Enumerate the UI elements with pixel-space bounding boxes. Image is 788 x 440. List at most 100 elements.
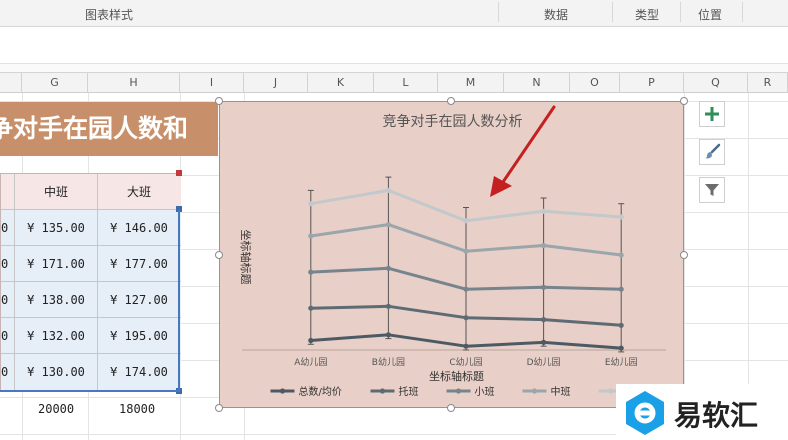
- column-header-r[interactable]: R: [748, 73, 788, 92]
- y-axis-title: 坐标轴标题: [239, 230, 253, 285]
- data-point: [541, 317, 547, 323]
- toolbar-gap: [0, 64, 788, 73]
- legend-label: 小班: [475, 386, 495, 398]
- data-point: [385, 222, 391, 228]
- watermark-logo: 易软汇: [616, 384, 788, 440]
- table-cell[interactable]: ¥ 146.00: [98, 210, 180, 246]
- column-header-h[interactable]: H: [88, 73, 180, 92]
- table-cell[interactable]: ¥ 127.00: [98, 282, 180, 318]
- selection-corner-handle[interactable]: [176, 170, 182, 176]
- table-cell[interactable]: 0: [1, 318, 15, 354]
- ribbon-group-data[interactable]: 数据: [544, 6, 568, 23]
- formula-bar[interactable]: [0, 27, 788, 64]
- chart-filter-button[interactable]: [699, 177, 725, 203]
- legend-marker: [607, 388, 614, 394]
- data-point: [308, 305, 314, 311]
- chart-resize-handle[interactable]: [680, 251, 688, 259]
- column-header-bar: G H I J K L M N O P Q R: [0, 73, 788, 93]
- sheet-banner-title[interactable]: 争对手在园人数和: [0, 102, 218, 156]
- data-point: [541, 339, 547, 345]
- table-cell[interactable]: ¥ 132.00: [15, 318, 98, 354]
- x-tick-label: E幼儿园: [605, 356, 638, 368]
- table-row: 0 ¥ 135.00 ¥ 146.00: [1, 210, 181, 246]
- table-cell[interactable]: 0: [1, 246, 15, 282]
- total-cell-large[interactable]: 18000: [119, 402, 155, 416]
- column-header-l[interactable]: L: [374, 73, 438, 92]
- column-header-corner[interactable]: [0, 73, 22, 92]
- table-cell[interactable]: ¥ 138.00: [15, 282, 98, 318]
- chart-canvas: 竞争对手在园人数分析坐标轴标题A幼儿园 B幼儿园 C幼儿园 D幼儿园 E幼儿园坐标轴标题…: [239, 105, 666, 398]
- ribbon-group-chart-style[interactable]: 图表样式: [85, 6, 133, 23]
- data-point: [541, 284, 547, 290]
- total-cell-middle[interactable]: 20000: [38, 402, 74, 416]
- x-axis-title: 坐标轴标题: [429, 369, 484, 383]
- chart-resize-handle[interactable]: [215, 97, 223, 105]
- chart-resize-handle[interactable]: [447, 404, 455, 412]
- column-header-j[interactable]: J: [244, 73, 308, 92]
- data-point: [618, 252, 624, 258]
- data-point: [541, 208, 547, 214]
- chart-style-button[interactable]: [699, 139, 725, 165]
- chart-elements-button[interactable]: [699, 101, 725, 127]
- logo-icon: [626, 391, 664, 435]
- table-cell[interactable]: 0: [1, 282, 15, 318]
- chart-resize-handle[interactable]: [447, 97, 455, 105]
- table-cell[interactable]: ¥ 195.00: [98, 318, 180, 354]
- data-point: [618, 286, 624, 292]
- selection-border: [178, 210, 180, 390]
- price-table[interactable]: 中班 大班 0 ¥ 135.00 ¥ 146.00 0 ¥ 171.00 ¥ 1…: [0, 173, 181, 391]
- chart-resize-handle[interactable]: [215, 404, 223, 412]
- chart-resize-handle[interactable]: [680, 97, 688, 105]
- ribbon-separator: [742, 2, 743, 22]
- table-cell[interactable]: [1, 174, 15, 210]
- table-cell[interactable]: ¥ 177.00: [98, 246, 180, 282]
- brush-icon: [705, 143, 721, 159]
- column-header-q[interactable]: Q: [684, 73, 748, 92]
- data-point: [385, 187, 391, 193]
- table-cell[interactable]: ¥ 135.00: [15, 210, 98, 246]
- data-point: [308, 269, 314, 275]
- data-point: [463, 315, 469, 321]
- table-cell[interactable]: ¥ 171.00: [15, 246, 98, 282]
- filter-icon: [705, 184, 719, 196]
- table-header-cell[interactable]: 大班: [98, 174, 180, 210]
- data-point: [385, 265, 391, 271]
- table-row: 0 ¥ 138.00 ¥ 127.00: [1, 282, 181, 318]
- chart-resize-handle[interactable]: [215, 251, 223, 259]
- x-tick-label: B幼儿园: [372, 356, 405, 368]
- line-chart[interactable]: 竞争对手在园人数分析 坐标轴标题 A幼儿园 B幼儿园 C幼儿园 D幼儿园 E幼儿园 坐标轴标题…: [219, 101, 684, 408]
- column-header-i[interactable]: I: [180, 73, 244, 92]
- data-point: [308, 233, 314, 239]
- column-header-m[interactable]: M: [438, 73, 504, 92]
- data-point: [618, 214, 624, 220]
- legend-marker: [379, 388, 386, 394]
- column-header-n[interactable]: N: [504, 73, 570, 92]
- legend-label: 总数/均价: [299, 385, 342, 398]
- table-cell[interactable]: ¥ 174.00: [98, 354, 180, 390]
- legend-marker: [279, 388, 286, 394]
- data-point: [541, 242, 547, 249]
- column-header-o[interactable]: O: [570, 73, 620, 92]
- table-cell[interactable]: 0: [1, 354, 15, 390]
- data-point: [463, 218, 469, 224]
- table-cell[interactable]: 0: [1, 210, 15, 246]
- legend-label: 中班: [551, 385, 571, 398]
- data-point: [308, 201, 314, 207]
- ribbon-bar: 图表样式 数据 类型 位置: [0, 0, 788, 27]
- ribbon-group-position[interactable]: 位置: [698, 6, 722, 23]
- table-row: 0 ¥ 130.00 ¥ 174.00: [1, 354, 181, 390]
- table-cell[interactable]: ¥ 130.00: [15, 354, 98, 390]
- column-header-p[interactable]: P: [620, 73, 684, 92]
- column-header-g[interactable]: G: [22, 73, 88, 92]
- column-header-k[interactable]: K: [308, 73, 374, 92]
- table-header-cell[interactable]: 中班: [15, 174, 98, 210]
- data-point: [463, 286, 469, 292]
- data-point: [618, 322, 624, 328]
- ribbon-separator: [612, 2, 613, 22]
- ribbon-separator: [680, 2, 681, 22]
- ribbon-group-type[interactable]: 类型: [635, 6, 659, 23]
- legend-marker: [455, 388, 462, 394]
- annotation-arrow-head: [490, 176, 512, 197]
- data-point: [308, 337, 314, 344]
- watermark-text: 易软汇: [674, 399, 759, 432]
